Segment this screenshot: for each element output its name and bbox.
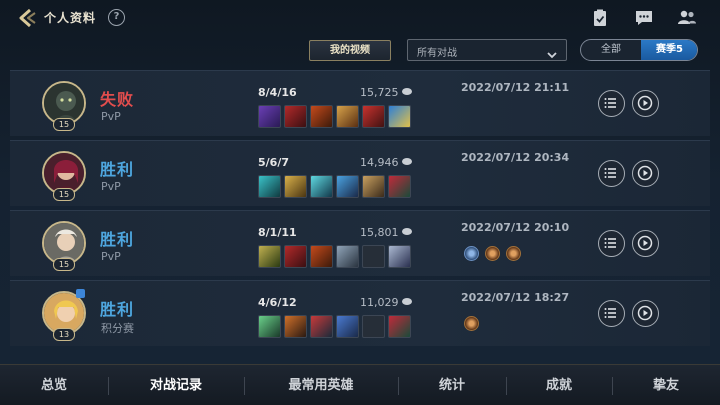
item-icon[interactable] — [284, 105, 307, 128]
item-icon[interactable] — [258, 105, 281, 128]
item-icon[interactable] — [258, 245, 281, 268]
gold-value: 14,946 — [360, 156, 399, 169]
gold-icon — [401, 228, 412, 235]
scope-option-all[interactable]: 全部 — [581, 40, 641, 60]
gold-icon — [401, 158, 412, 165]
item-icon[interactable] — [258, 175, 281, 198]
kda: 8/4/16 — [258, 86, 297, 99]
match-row[interactable]: 15 胜利 PvP 5/6/7 14,946 2022/07/12 20:34 — [10, 140, 710, 206]
top-bar: 个人资料 ? — [0, 0, 720, 36]
tab-overview[interactable]: 总览 — [0, 365, 108, 405]
tab-achievements[interactable]: 成就 — [506, 365, 612, 405]
bronze-medal-icon — [464, 316, 479, 331]
item-icon[interactable] — [336, 245, 359, 268]
match-date: 2022/07/12 20:34 — [461, 151, 570, 164]
item-icon[interactable] — [310, 175, 333, 198]
match-mode: 积分赛 — [101, 322, 134, 335]
back-icon[interactable] — [16, 7, 38, 29]
hero-level: 15 — [53, 188, 75, 201]
gold-earned: 15,725 — [360, 86, 412, 99]
my-videos-button[interactable]: 我的视频 — [309, 40, 391, 61]
match-row[interactable]: 15 失败 PvP 8/4/16 15,725 2022/07/12 21:11 — [10, 70, 710, 136]
tab-most-used-heroes[interactable]: 最常用英雄 — [244, 365, 398, 405]
help-icon[interactable]: ? — [108, 9, 125, 26]
chat-icon[interactable] — [634, 9, 654, 27]
match-result: 失败 — [100, 90, 135, 109]
clipboard-icon[interactable] — [590, 9, 610, 27]
bronze-medal-icon — [506, 246, 521, 261]
match-row[interactable]: 15 胜利 PvP 8/1/11 15,801 2022/07/12 20:10 — [10, 210, 710, 276]
item-icon[interactable] — [284, 245, 307, 268]
gold-value: 11,029 — [360, 296, 399, 309]
kda: 8/1/11 — [258, 226, 297, 239]
scope-toggle: 全部 赛季5 — [580, 39, 698, 61]
gold-value: 15,801 — [360, 226, 399, 239]
gold-earned: 15,801 — [360, 226, 412, 239]
bronze-medal-icon — [485, 246, 500, 261]
item-icon[interactable] — [284, 175, 307, 198]
match-result: 胜利 — [100, 160, 135, 179]
match-date: 2022/07/12 20:10 — [461, 221, 570, 234]
gold-icon — [401, 88, 412, 95]
scope-option-season[interactable]: 赛季5 — [641, 40, 697, 60]
empty-item-slot — [362, 245, 385, 268]
kda: 5/6/7 — [258, 156, 289, 169]
item-icon[interactable] — [388, 245, 411, 268]
match-type-value: 所有对战 — [417, 48, 457, 59]
replay-button[interactable] — [632, 160, 659, 187]
hero-level: 13 — [53, 328, 75, 341]
team-icon — [76, 289, 85, 298]
details-list-button[interactable] — [598, 160, 625, 187]
match-date: 2022/07/12 18:27 — [461, 291, 570, 304]
replay-button[interactable] — [632, 300, 659, 327]
hero-level: 15 — [53, 118, 75, 131]
tab-best-friends[interactable]: 挚友 — [612, 365, 720, 405]
bottom-nav: 总览 对战记录 最常用英雄 统计 成就 挚友 — [0, 364, 720, 405]
details-list-button[interactable] — [598, 90, 625, 117]
gold-earned: 11,029 — [360, 296, 412, 309]
empty-item-slot — [362, 315, 385, 338]
replay-button[interactable] — [632, 230, 659, 257]
kda: 4/6/12 — [258, 296, 297, 309]
gold-icon — [401, 298, 412, 305]
gold-earned: 14,946 — [360, 156, 412, 169]
match-mode: PvP — [101, 250, 121, 263]
match-mode: PvP — [101, 180, 121, 193]
hero-level: 15 — [53, 258, 75, 271]
match-result: 胜利 — [100, 300, 135, 319]
details-list-button[interactable] — [598, 300, 625, 327]
item-icon[interactable] — [388, 175, 411, 198]
item-icon[interactable] — [310, 315, 333, 338]
match-date: 2022/07/12 21:11 — [461, 81, 570, 94]
item-icon[interactable] — [336, 175, 359, 198]
friends-icon[interactable] — [677, 9, 697, 27]
item-icon[interactable] — [336, 105, 359, 128]
blue-medal-icon — [464, 246, 479, 261]
item-icon[interactable] — [388, 105, 411, 128]
item-icon[interactable] — [388, 315, 411, 338]
item-icon[interactable] — [310, 245, 333, 268]
match-mode: PvP — [101, 110, 121, 123]
match-row[interactable]: 13 胜利 积分赛 4/6/12 11,029 2022/07/12 18:27 — [10, 280, 710, 346]
details-list-button[interactable] — [598, 230, 625, 257]
gold-value: 15,725 — [360, 86, 399, 99]
item-icon[interactable] — [362, 105, 385, 128]
item-icon[interactable] — [310, 105, 333, 128]
item-icon[interactable] — [336, 315, 359, 338]
tab-stats[interactable]: 统计 — [398, 365, 506, 405]
tab-match-history[interactable]: 对战记录 — [108, 365, 244, 405]
page-title: 个人资料 — [44, 11, 97, 25]
replay-button[interactable] — [632, 90, 659, 117]
match-result: 胜利 — [100, 230, 135, 249]
item-icon[interactable] — [362, 175, 385, 198]
item-icon[interactable] — [284, 315, 307, 338]
item-icon[interactable] — [258, 315, 281, 338]
chevron-down-icon — [547, 45, 557, 59]
match-type-dropdown[interactable]: 所有对战 — [407, 39, 567, 61]
